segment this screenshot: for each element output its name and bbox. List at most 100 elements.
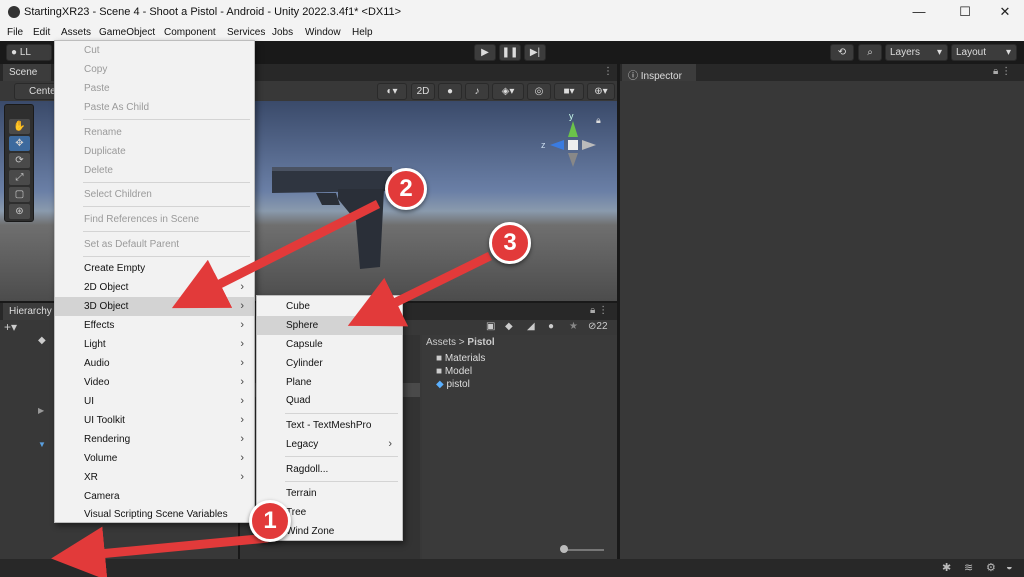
bug-icon[interactable]: ⚙ (986, 561, 996, 574)
pivot-center-button[interactable]: Center (14, 83, 59, 100)
tab-inspector[interactable]: ⓘ Inspector (622, 64, 696, 82)
folder-icon: ■ (436, 353, 443, 364)
lock-icon[interactable]: 🔒︎ ⋮ (590, 305, 608, 316)
account-dropdown[interactable]: ● LL (6, 44, 52, 61)
menu-item-video[interactable]: Video › (55, 373, 254, 392)
stack-icon[interactable]: ≋ (964, 561, 973, 574)
camera-icon[interactable]: ■▾ (554, 83, 584, 100)
menu-edit[interactable]: Edit (33, 27, 50, 38)
menu-item-create-empty[interactable]: Create Empty (55, 259, 254, 278)
menu-item-ragdoll[interactable]: Ragdoll... (257, 460, 402, 479)
zoom-slider[interactable] (562, 549, 604, 551)
menu-item-textmeshpro[interactable]: Text - TextMeshPro (257, 416, 402, 435)
menu-component[interactable]: Component (164, 27, 216, 38)
list-item[interactable]: ■ Materials (436, 353, 485, 364)
tab-scene[interactable]: Scene (3, 64, 51, 81)
menu-item-label: Delete (84, 165, 113, 176)
menu-item-label: Rename (84, 127, 122, 138)
list-item[interactable]: ■ Model (436, 366, 472, 377)
layout-dropdown[interactable]: Layout ▾ (951, 44, 1017, 61)
menu-item-capsule[interactable]: Capsule (257, 335, 402, 354)
menu-item-label: Video (84, 377, 110, 388)
menu-help[interactable]: Help (352, 27, 373, 38)
breadcrumb-separator: > (458, 337, 465, 348)
audio-icon[interactable]: ♪ (465, 83, 489, 100)
gizmos-icon[interactable]: ⊕▾ (587, 83, 615, 100)
menu-item-effects[interactable]: Effects › (55, 316, 254, 335)
menu-gameobject[interactable]: GameObject (99, 27, 155, 38)
chevron-down-icon: ▾ (936, 47, 942, 58)
more-options-icon[interactable]: ⋮ (603, 66, 613, 77)
scene-icon: ◆ (38, 335, 46, 346)
breadcrumb-pistol[interactable]: Pistol (467, 337, 494, 348)
rotate-tool-icon[interactable]: ⟳ (9, 153, 30, 168)
menu-item-ui[interactable]: UI › (55, 392, 254, 411)
chevron-right-icon: › (240, 376, 244, 388)
2d-toggle-button[interactable]: 2D (411, 83, 435, 100)
layers-dropdown[interactable]: Layers ▾ (885, 44, 948, 61)
menu-window[interactable]: Window (305, 27, 341, 38)
menu-item-light[interactable]: Light › (55, 335, 254, 354)
draw-mode-icon[interactable]: ◐▾ (377, 83, 407, 100)
menu-item-label: UI Toolkit (84, 415, 125, 426)
breadcrumb-assets[interactable]: Assets (426, 337, 456, 348)
menu-file[interactable]: File (7, 27, 23, 38)
add-icon[interactable]: +▾ (4, 320, 17, 334)
rect-tool-icon[interactable]: ▢ (9, 187, 30, 202)
menu-item-camera[interactable]: Camera (55, 487, 254, 506)
play-button[interactable]: ▶ (474, 44, 496, 61)
lighting-icon[interactable]: ● (438, 83, 462, 100)
menu-item-cylinder[interactable]: Cylinder (257, 354, 402, 373)
filter-icon[interactable]: ◆ (505, 321, 513, 332)
notifications-icon[interactable]: ◒ (1006, 561, 1013, 573)
list-item[interactable]: ◆ pistol (436, 379, 470, 390)
lock-icon[interactable]: 🔒︎ (596, 115, 601, 126)
menu-item-terrain[interactable]: Terrain (257, 484, 402, 503)
chevron-right-icon: › (240, 319, 244, 331)
maximize-button[interactable]: ☐ (950, 2, 980, 22)
step-button[interactable]: ▶| (524, 44, 546, 61)
menu-item-plane[interactable]: Plane (257, 373, 402, 392)
search-by-type-icon[interactable]: ▣ (486, 321, 495, 332)
menu-item-legacy[interactable]: Legacy › (257, 435, 402, 454)
menu-item-xr[interactable]: XR › (55, 468, 254, 487)
pause-button[interactable]: ❚❚ (499, 44, 521, 61)
menu-item-label: Volume (84, 453, 118, 464)
menu-item-3d-object[interactable]: 3D Object › (55, 297, 254, 316)
scale-tool-icon[interactable]: ⤢ (9, 170, 30, 185)
close-button[interactable]: ✕ (990, 2, 1020, 22)
effects-icon[interactable]: ◈▾ (492, 83, 524, 100)
menu-item-label: UI (84, 396, 94, 407)
debug-icon[interactable]: ✱ (942, 561, 951, 574)
transform-tool-icon[interactable]: ⊛ (9, 204, 30, 219)
menu-assets[interactable]: Assets (61, 27, 91, 38)
menu-item-2d-object[interactable]: 2D Object › (55, 278, 254, 297)
menu-item-rendering[interactable]: Rendering › (55, 430, 254, 449)
expand-arrow-icon[interactable]: ▶ (38, 406, 44, 415)
menu-item-cube[interactable]: Cube (257, 297, 402, 316)
lock-icon[interactable]: 🔒︎ ⋮ (993, 66, 1011, 77)
warning-icon[interactable]: ● (548, 321, 554, 332)
favorite-icon[interactable]: ★ (569, 321, 578, 332)
menu-item-label: Camera (84, 491, 120, 502)
minimize-button[interactable]: — (904, 2, 934, 22)
menu-item-ui-toolkit[interactable]: UI Toolkit › (55, 411, 254, 430)
history-icon[interactable]: ⟲ (830, 44, 854, 61)
menu-item-sphere[interactable]: Sphere (257, 316, 402, 335)
menu-item-label: Ragdoll... (286, 464, 329, 475)
project-assets-view: Assets > Pistol ■ Materials ■ Model ◆ pi… (422, 335, 617, 559)
move-tool-icon[interactable]: ✥ (9, 136, 30, 151)
menu-item-volume[interactable]: Volume › (55, 449, 254, 468)
visibility-icon[interactable]: ◎ (527, 83, 551, 100)
zoom-slider-handle[interactable] (560, 545, 568, 553)
menu-jobs[interactable]: Jobs (272, 27, 293, 38)
menu-services[interactable]: Services (227, 27, 265, 38)
hidden-packages-icon[interactable]: ⊘22 (588, 321, 608, 332)
hand-tool-icon[interactable]: ✋ (9, 119, 30, 134)
expand-arrow-icon[interactable]: ▼ (38, 440, 46, 449)
menu-item-audio[interactable]: Audio › (55, 354, 254, 373)
menu-item-quad[interactable]: Quad (257, 391, 402, 410)
menu-item-visual-scripting-scene-variables[interactable]: Visual Scripting Scene Variables (55, 505, 254, 524)
tag-icon[interactable]: ◢ (527, 321, 535, 332)
search-icon[interactable]: ⌕ (858, 44, 882, 61)
